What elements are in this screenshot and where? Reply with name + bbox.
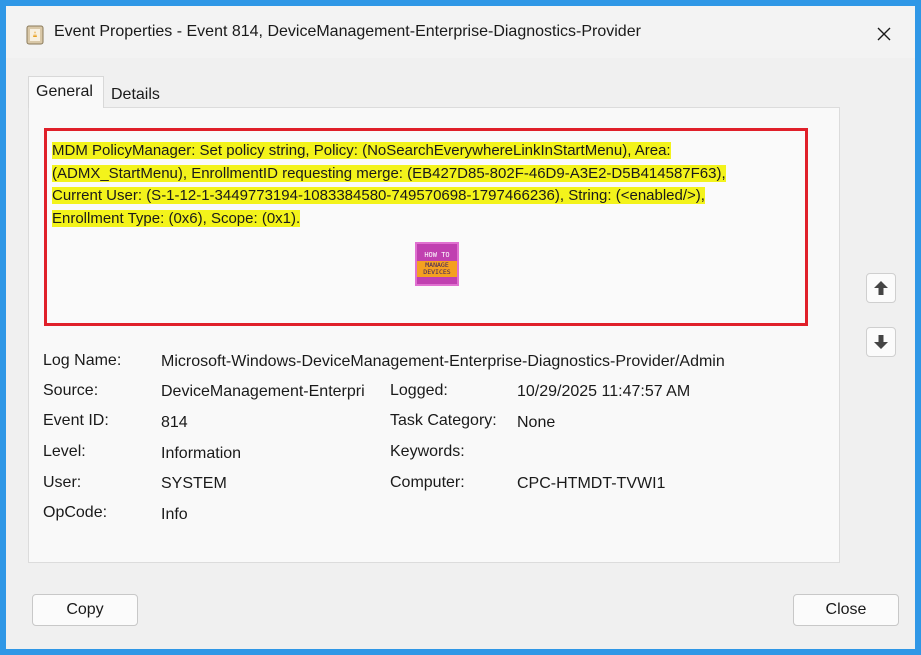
event-id-label: Event ID: xyxy=(43,412,109,429)
close-button[interactable]: Close xyxy=(793,594,899,626)
user-label: User: xyxy=(43,474,82,491)
description-line-2: (ADMX_StartMenu), EnrollmentID requestin… xyxy=(52,164,726,182)
source-value[interactable]: DeviceManagement-Enterpri xyxy=(161,383,365,401)
watermark-logo: HOW TO MANAGE DEVICES xyxy=(415,242,459,286)
copy-button[interactable]: Copy xyxy=(32,594,138,626)
previous-event-button[interactable] xyxy=(866,273,896,303)
event-description: MDM PolicyManager: Set policy string, Po… xyxy=(52,140,804,230)
logo-text-bottom: MANAGE DEVICES xyxy=(417,261,457,277)
opcode-label: OpCode: xyxy=(43,504,108,521)
log-name-label: Log Name: xyxy=(43,352,122,369)
event-description-box[interactable]: MDM PolicyManager: Set policy string, Po… xyxy=(44,128,808,326)
source-label: Source: xyxy=(43,382,99,399)
general-panel: MDM PolicyManager: Set policy string, Po… xyxy=(28,107,840,563)
task-category-label: Task Category: xyxy=(390,412,497,429)
tab-details[interactable]: Details xyxy=(104,79,192,108)
arrow-down-icon xyxy=(874,335,888,349)
close-window-button[interactable] xyxy=(868,18,900,50)
event-id-value[interactable]: 814 xyxy=(161,414,188,432)
level-value[interactable]: Information xyxy=(161,445,241,463)
event-properties-dialog: Event Properties - Event 814, DeviceMana… xyxy=(6,6,915,649)
logged-value[interactable]: 10/29/2025 11:47:57 AM xyxy=(517,383,690,401)
computer-label: Computer: xyxy=(390,474,465,491)
opcode-value[interactable]: Info xyxy=(161,506,188,524)
log-name-value[interactable]: Microsoft-Windows-DeviceManagement-Enter… xyxy=(161,353,725,371)
description-line-1: MDM PolicyManager: Set policy string, Po… xyxy=(52,142,671,159)
description-line-3: Current User: (S-1-12-1-3449773194-10833… xyxy=(52,187,705,204)
computer-value[interactable]: CPC-HTMDT-TVWI1 xyxy=(517,475,665,493)
logged-label: Logged: xyxy=(390,382,448,399)
window-title: Event Properties - Event 814, DeviceMana… xyxy=(54,23,641,40)
next-event-button[interactable] xyxy=(866,327,896,357)
description-line-4: Enrollment Type: (0x6), Scope: (0x1). xyxy=(52,209,301,227)
title-bar: Event Properties - Event 814, DeviceMana… xyxy=(6,6,915,58)
arrow-up-icon xyxy=(874,281,888,295)
level-label: Level: xyxy=(43,443,86,460)
logo-text-top: HOW TO xyxy=(424,251,450,259)
keywords-label: Keywords: xyxy=(390,443,465,460)
event-viewer-icon xyxy=(26,25,44,45)
user-value[interactable]: SYSTEM xyxy=(161,475,227,493)
close-icon xyxy=(877,27,891,41)
task-category-value[interactable]: None xyxy=(517,414,555,432)
tab-general[interactable]: General xyxy=(28,76,104,108)
